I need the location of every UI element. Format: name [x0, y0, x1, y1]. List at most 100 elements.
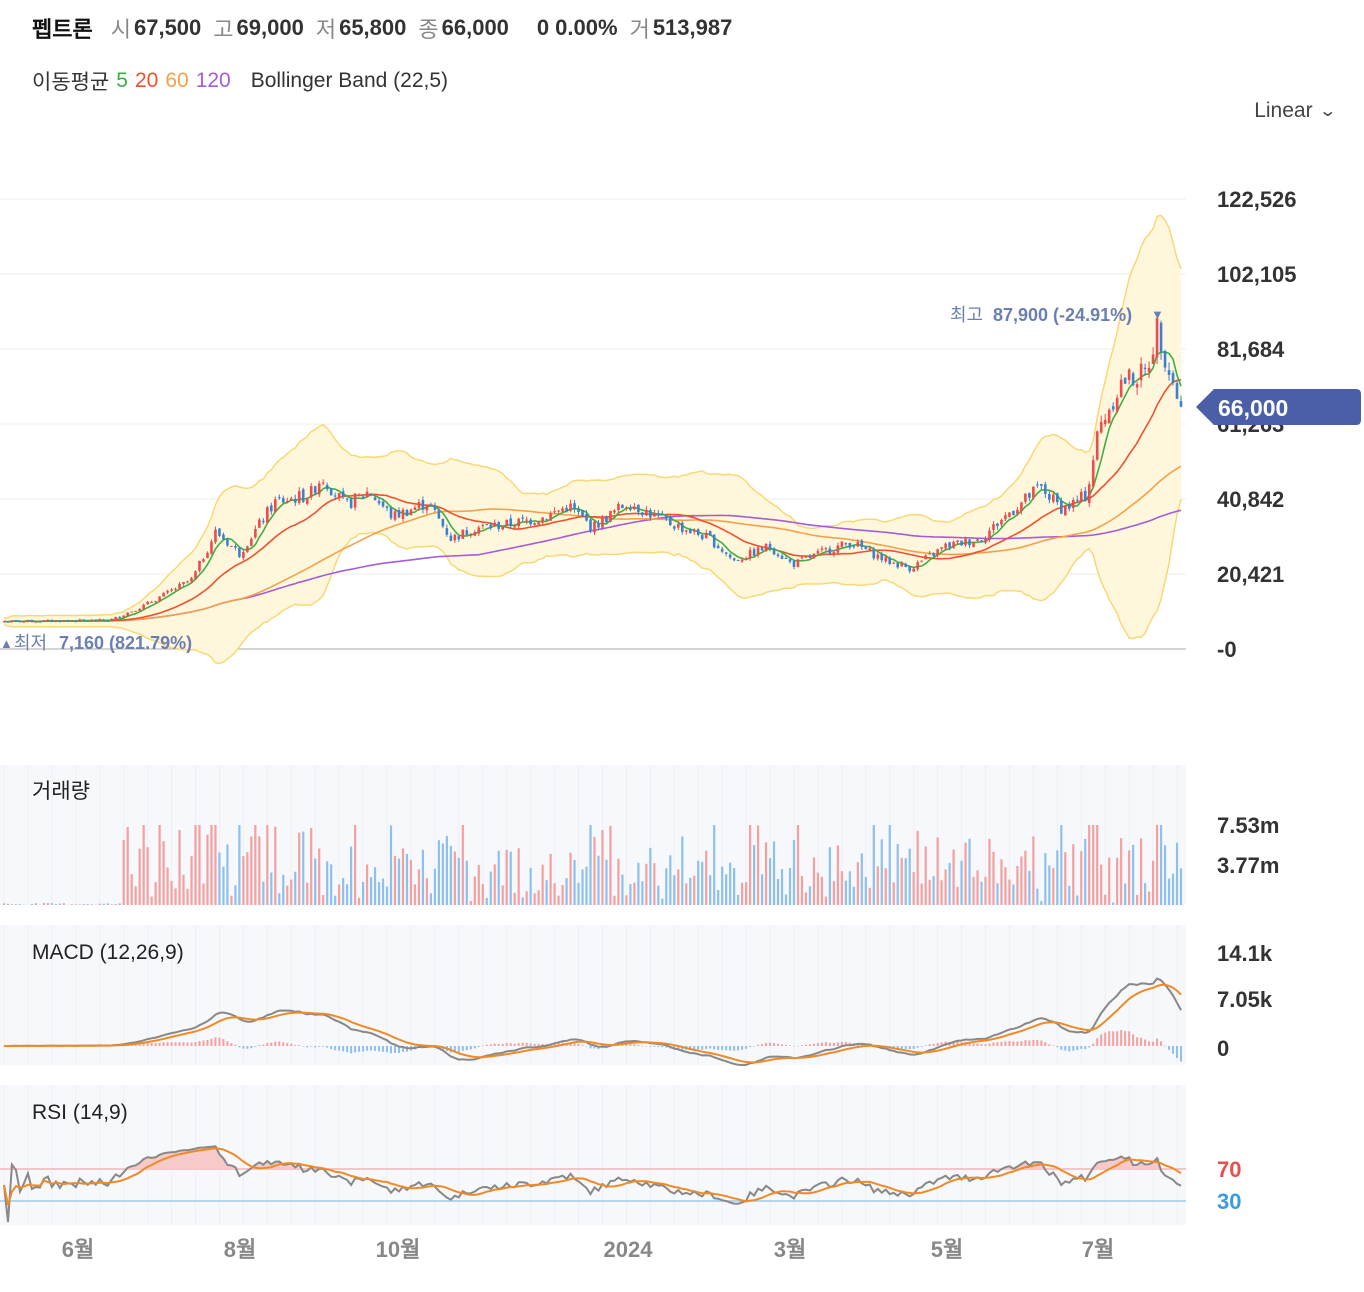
candle-body: [804, 556, 808, 558]
candle-body: [756, 547, 760, 556]
macd-histogram-bar: [354, 1046, 357, 1053]
volume-bar: [900, 857, 903, 905]
macd-histogram-bar: [1172, 1046, 1175, 1054]
macd-histogram-bar: [1088, 1046, 1091, 1048]
macd-histogram-bar: [792, 1046, 795, 1047]
candle-body: [166, 590, 169, 593]
macd-histogram-bar: [234, 1044, 237, 1046]
volume-bar: [373, 867, 377, 905]
volume-bar: [262, 881, 265, 905]
volume-panel-bg: [0, 765, 1186, 905]
volume-bar: [960, 860, 963, 905]
candle-body: [150, 602, 153, 604]
macd-histogram-bar: [386, 1046, 389, 1053]
volume-bar: [457, 857, 460, 905]
macd-histogram-bar: [477, 1046, 480, 1048]
candle-body: [605, 516, 608, 523]
volume-bar: [868, 887, 871, 905]
candle-body: [54, 620, 58, 622]
volume-bar: [493, 864, 496, 905]
candle-body: [2, 621, 6, 623]
volume-bar: [1032, 836, 1035, 905]
volume-bar: [254, 825, 257, 905]
volume-bar: [290, 879, 293, 905]
macd-histogram-bar: [1044, 1042, 1047, 1046]
candle-body: [521, 517, 524, 519]
time-tick-label: 8월: [224, 1237, 256, 1262]
price-tick-label: -0: [1217, 637, 1237, 662]
candle-body: [341, 491, 345, 497]
volume-bar: [984, 876, 987, 905]
volume-bar: [589, 825, 592, 905]
volume-bar: [577, 882, 580, 905]
volume-bar: [597, 855, 600, 905]
volume-bar: [214, 825, 217, 905]
volume-bar: [537, 890, 540, 905]
volume-bar: [381, 878, 385, 905]
candle-body: [744, 558, 748, 560]
volume-bar: [1151, 860, 1155, 905]
volume-bar: [884, 868, 887, 905]
macd-histogram-bar: [501, 1043, 504, 1046]
candle-body: [361, 496, 365, 498]
candle-body: [1151, 354, 1155, 364]
candle-body: [489, 524, 493, 529]
macd-histogram-bar: [310, 1046, 313, 1047]
candle-body: [1044, 484, 1047, 494]
volume-bar: [242, 856, 245, 905]
volume-bar: [1076, 895, 1079, 905]
candle-body: [629, 508, 632, 510]
candle-body: [549, 513, 552, 521]
volume-bar: [1128, 850, 1131, 905]
volume-bar: [860, 853, 863, 905]
volume-bar: [549, 853, 552, 905]
macd-histogram-bar: [326, 1046, 329, 1048]
candle-body: [198, 560, 201, 571]
volume-bar: [258, 836, 261, 905]
candle-body: [210, 541, 213, 554]
macd-histogram-bar: [270, 1042, 273, 1046]
volume-bar: [1155, 825, 1159, 905]
volume-bar: [856, 862, 859, 905]
volume-bar: [908, 848, 911, 905]
candle-body: [880, 553, 884, 561]
macd-histogram-bar: [785, 1044, 788, 1046]
candle-body: [246, 546, 249, 552]
volume-bar: [561, 885, 564, 905]
macd-histogram-bar: [346, 1046, 349, 1053]
chart-canvas[interactable]: 122,526102,10581,68461,26340,84220,421-0…: [0, 0, 1364, 1292]
volume-bar: [605, 859, 608, 905]
candle-body: [641, 512, 644, 516]
macd-histogram-bar: [920, 1046, 923, 1047]
volume-bar: [737, 894, 740, 905]
candle-body: [824, 548, 828, 550]
macd-histogram-bar: [533, 1043, 536, 1046]
candle-body: [26, 620, 30, 622]
volume-bar: [1064, 852, 1067, 905]
volume-bar: [633, 882, 636, 905]
volume-bar: [641, 881, 644, 905]
candle-body: [182, 582, 185, 584]
candle-body: [98, 619, 102, 621]
volume-bar: [689, 877, 692, 905]
macd-histogram-bar: [1144, 1039, 1147, 1046]
macd-histogram-bar: [294, 1045, 297, 1046]
volume-bar: [469, 900, 472, 905]
volume-bar: [62, 903, 65, 905]
volume-bar: [1175, 842, 1179, 905]
volume-bar: [968, 838, 971, 905]
volume-bar: [10, 904, 14, 905]
volume-bar: [760, 874, 764, 905]
up-triangle-icon: ▲: [0, 636, 13, 651]
candle-body: [385, 506, 389, 508]
volume-bar: [924, 846, 927, 905]
volume-bar: [529, 867, 532, 905]
candle-body: [676, 524, 680, 528]
candle-body: [896, 562, 900, 568]
candle-body: [704, 532, 708, 539]
volume-bar: [912, 872, 915, 905]
candle-body: [1115, 397, 1119, 412]
candle-body: [14, 620, 18, 622]
volume-bar: [573, 859, 576, 905]
volume-bar: [653, 863, 656, 905]
